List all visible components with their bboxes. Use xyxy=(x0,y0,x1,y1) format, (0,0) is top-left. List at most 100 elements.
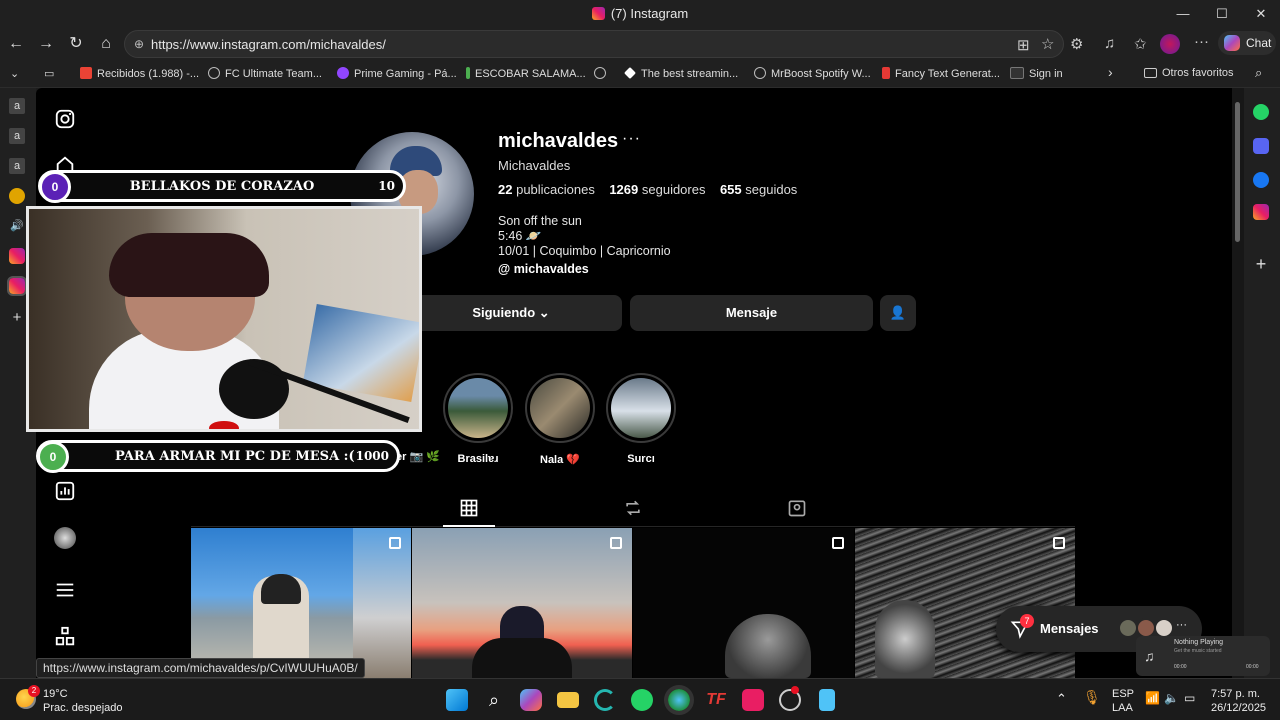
bookmark-sign-in[interactable]: Sign in xyxy=(1010,67,1063,80)
weather-temp[interactable]: 19°C xyxy=(43,688,68,700)
minimize-button[interactable]: — xyxy=(1168,4,1198,24)
forward-icon[interactable]: → xyxy=(34,32,58,56)
search-taskbar-icon[interactable]: ⌕ xyxy=(483,689,505,711)
bookmarks-chevron-icon[interactable]: ⌄ xyxy=(10,67,19,80)
site-info-icon[interactable]: ⊕ xyxy=(134,37,144,51)
amazon-tab-icon-3[interactable]: a xyxy=(9,158,25,174)
coin-tab-icon[interactable] xyxy=(9,188,25,204)
discord-sidebar-icon[interactable] xyxy=(1253,138,1269,154)
following-button[interactable]: Siguiendo ⌄ xyxy=(400,295,622,331)
whatsapp-taskbar-icon[interactable] xyxy=(631,689,653,711)
story-label-partial: er 📷 🌿 xyxy=(396,451,440,463)
volume-icon[interactable]: 🔈 xyxy=(1164,691,1179,705)
url-text[interactable]: https://www.instagram.com/michavaldes/ xyxy=(151,37,386,52)
message-button[interactable]: Mensaje xyxy=(630,295,873,331)
battery-icon[interactable]: ▭ xyxy=(1184,691,1195,705)
amazon-tab-icon[interactable]: a xyxy=(9,98,25,114)
clock-time[interactable]: 7:57 p. m. xyxy=(1211,688,1260,700)
add-person-icon[interactable]: 👤 xyxy=(880,295,916,331)
grid-posts-tab-icon[interactable] xyxy=(459,498,479,518)
tabs-divider xyxy=(191,526,1075,527)
bookmark-globe[interactable] xyxy=(594,67,611,80)
bookmark-escobar[interactable]: ESCOBAR SALAMA... xyxy=(466,67,586,80)
wifi-icon[interactable]: 📶 xyxy=(1145,691,1160,705)
language-line2[interactable]: LAA xyxy=(1112,702,1133,714)
bookmark-fancy-text[interactable]: Fancy Text Generat... xyxy=(882,67,1000,80)
refresh-icon[interactable]: ↻ xyxy=(64,32,88,56)
options-icon[interactable]: ··· xyxy=(622,130,641,148)
story-highlight[interactable]: Brasilɐɹ xyxy=(443,373,513,465)
threads-link[interactable]: @ michavaldes xyxy=(498,262,589,276)
tray-overflow-chevron-icon[interactable]: ⌃ xyxy=(1056,691,1067,707)
copilot-chat-button[interactable]: Chat xyxy=(1218,31,1276,55)
new-tab-plus-icon[interactable]: + xyxy=(9,310,25,326)
microphone-tray-icon[interactable]: 🎙 xyxy=(1083,689,1101,706)
speaker-tab-icon[interactable]: 🔊 xyxy=(9,218,25,234)
back-icon[interactable]: ← xyxy=(4,32,28,56)
amazon-tab-icon-2[interactable]: a xyxy=(9,128,25,144)
reposts-tab-icon[interactable] xyxy=(623,498,643,518)
weather-desc[interactable]: Prac. despejado xyxy=(43,702,123,714)
home-icon[interactable]: ⌂ xyxy=(94,32,118,56)
bookmark-streaming[interactable]: The best streamin... xyxy=(624,67,738,80)
address-bar[interactable]: ⊕ https://www.instagram.com/michavaldes/… xyxy=(124,30,1064,58)
tiktok-taskbar-icon[interactable] xyxy=(742,689,764,711)
app-c-icon[interactable] xyxy=(594,689,616,711)
facebook-sidebar-icon[interactable] xyxy=(1253,172,1269,188)
add-sidebar-app-icon[interactable]: + xyxy=(1253,255,1269,273)
start-windows-icon[interactable] xyxy=(446,689,468,711)
search-icon[interactable]: ⌕ xyxy=(1255,65,1262,81)
tf-app-icon[interactable]: TF xyxy=(705,689,727,711)
menu-hamburger-icon[interactable] xyxy=(54,579,76,601)
post-thumbnail[interactable] xyxy=(855,528,1075,678)
instagram-logo-icon[interactable] xyxy=(54,108,76,130)
tab-actions-icon[interactable]: ▭ xyxy=(44,67,54,80)
story-highlight[interactable]: Surcı xyxy=(606,373,676,465)
instagram-active-tab-icon[interactable] xyxy=(7,276,27,296)
post-thumbnail[interactable] xyxy=(412,528,632,678)
app-available-icon[interactable]: ⊞ xyxy=(1017,36,1030,54)
apps-grid-icon[interactable] xyxy=(54,626,76,648)
bookmark-fc-ultimate[interactable]: FC Ultimate Team... xyxy=(208,67,322,80)
more-menu-icon[interactable]: ··· xyxy=(1194,33,1209,50)
story-highlight[interactable]: Nala 💔 xyxy=(525,373,595,466)
posts-stat[interactable]: 22 publicaciones xyxy=(498,182,595,197)
media-control-icon[interactable]: ♫ xyxy=(1104,35,1115,52)
profile-avatar-button[interactable] xyxy=(1160,34,1180,54)
side-photo xyxy=(353,528,411,678)
multi-post-icon xyxy=(610,537,622,549)
profile-nav-avatar[interactable] xyxy=(54,527,76,549)
edge-taskbar-icon[interactable] xyxy=(664,685,694,715)
page-scrollbar[interactable] xyxy=(1232,88,1244,678)
globe-icon xyxy=(208,67,220,79)
bookmark-prime-gaming[interactable]: Prime Gaming - Pá... xyxy=(337,67,457,80)
clock-date[interactable]: 26/12/2025 xyxy=(1211,702,1266,714)
post-thumbnail[interactable] xyxy=(633,528,854,678)
instagram-tab-icon[interactable] xyxy=(9,248,25,264)
favorites-icon[interactable]: ✩ xyxy=(1134,35,1147,53)
instagram-sidebar-icon[interactable] xyxy=(1253,204,1269,220)
notepad-taskbar-icon[interactable] xyxy=(819,689,835,711)
following-stat[interactable]: 655 seguidos xyxy=(720,182,797,197)
post-thumbnail[interactable] xyxy=(191,528,411,678)
copilot-taskbar-icon[interactable] xyxy=(520,689,542,711)
folder-icon xyxy=(1144,68,1157,78)
bookmarks-more-chevron-icon[interactable]: › xyxy=(1108,64,1113,80)
close-window-button[interactable]: ✕ xyxy=(1246,4,1276,24)
tagged-tab-icon[interactable] xyxy=(787,498,807,518)
followers-stat[interactable]: 1269 seguidores xyxy=(609,182,705,197)
favorite-star-icon[interactable]: ☆ xyxy=(1041,35,1054,53)
whatsapp-sidebar-icon[interactable] xyxy=(1253,104,1269,120)
language-line1[interactable]: ESP xyxy=(1112,688,1134,700)
maximize-button[interactable]: ☐ xyxy=(1207,4,1237,24)
threads-icon: @ xyxy=(498,262,511,276)
hood-shape xyxy=(725,614,811,678)
file-explorer-icon[interactable] xyxy=(557,692,579,708)
bookmark-mrboost[interactable]: MrBoost Spotify W... xyxy=(754,67,871,80)
dashboard-nav-icon[interactable] xyxy=(54,480,76,502)
extensions-icon[interactable]: ⚙ xyxy=(1070,35,1083,53)
bookmark-gmail[interactable]: Recibidos (1.988) -... xyxy=(80,67,199,80)
scrollbar-thumb[interactable] xyxy=(1235,102,1240,242)
red-object xyxy=(209,421,239,429)
other-favorites-folder[interactable]: Otros favoritos xyxy=(1144,67,1234,79)
